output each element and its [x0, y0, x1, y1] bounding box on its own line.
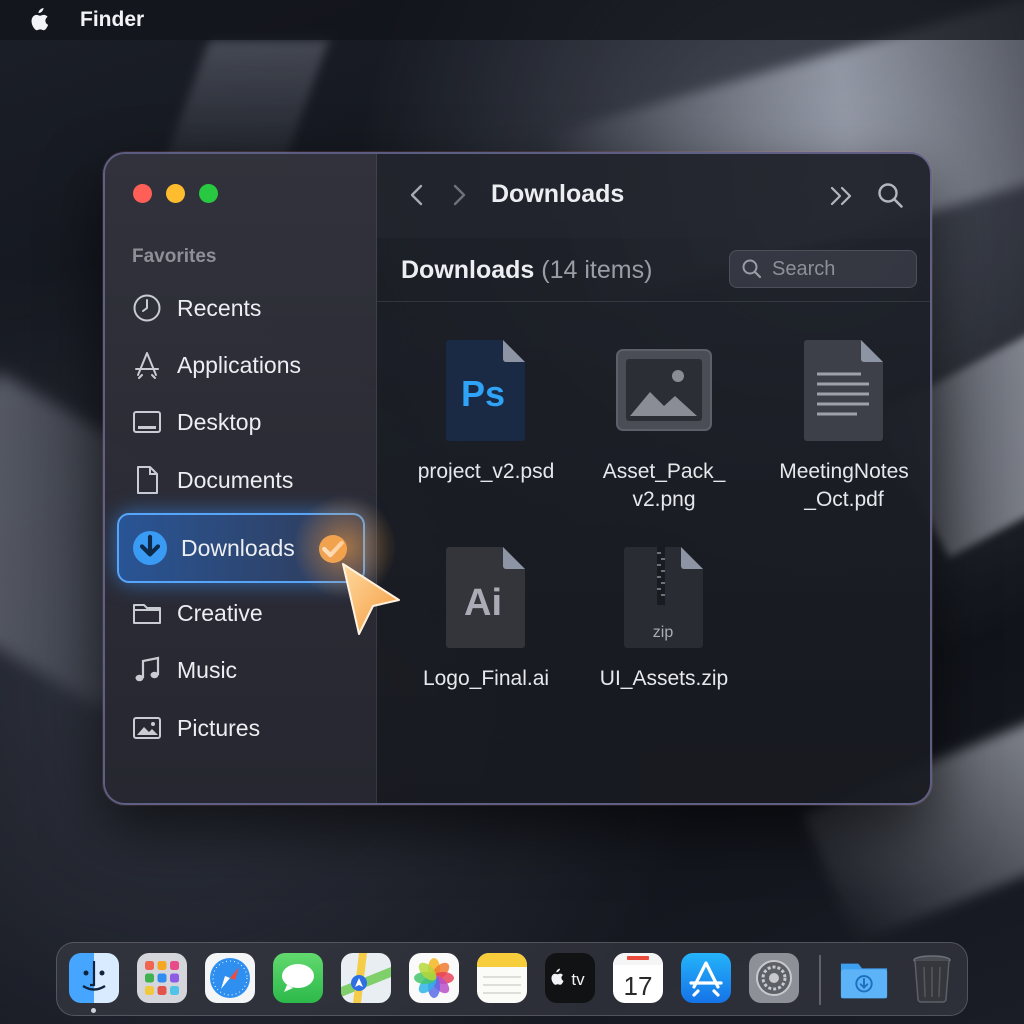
- launchpad-icon[interactable]: [137, 953, 187, 1003]
- close-button[interactable]: [133, 184, 152, 203]
- sidebar-item-label: Desktop: [177, 408, 262, 435]
- file-item-ai[interactable]: Ai Logo_Final.ai: [401, 545, 571, 693]
- dock: tv 17: [56, 942, 968, 1016]
- desktop-icon: [133, 411, 161, 433]
- sidebar: Favorites Recents Applications Desktop D…: [105, 154, 400, 803]
- photos-icon[interactable]: [409, 953, 459, 1003]
- picture-icon: [133, 717, 161, 739]
- folder-name: Downloads: [401, 256, 535, 284]
- search-icon: [742, 259, 762, 279]
- file-name: MeetingNotes _Oct.pdf: [779, 460, 909, 511]
- tv-label: tv: [571, 970, 585, 989]
- file-name: Logo_Final.ai: [422, 667, 550, 690]
- calendar-day: 17: [624, 971, 653, 1001]
- file-name: Asset_Pack_ v2.png: [602, 460, 726, 511]
- photoshop-file-icon: Ps: [446, 340, 525, 441]
- downloads-folder-icon[interactable]: [839, 953, 889, 1003]
- download-icon: [133, 531, 167, 565]
- window-title: Downloads: [491, 180, 625, 208]
- back-arrow-icon[interactable]: [403, 180, 431, 210]
- main-pane: Downloads Downloads (14 items) Ps projec…: [377, 154, 930, 803]
- app-store-icon[interactable]: [681, 953, 731, 1003]
- finder-window: Favorites Recents Applications Desktop D…: [103, 152, 932, 805]
- active-app-name[interactable]: Finder: [80, 8, 144, 32]
- finder-running-indicator: [91, 1008, 96, 1013]
- sidebar-item-label: Applications: [177, 351, 302, 378]
- calendar-icon[interactable]: 17: [613, 953, 663, 1003]
- document-icon: [137, 466, 158, 494]
- ps-glyph: Ps: [461, 373, 505, 414]
- sidebar-item-applications[interactable]: Applications: [131, 343, 301, 387]
- toolbar: Downloads: [377, 154, 930, 238]
- search-input[interactable]: [772, 257, 902, 281]
- zip-archive-icon: zip: [624, 547, 703, 648]
- messages-icon[interactable]: [273, 953, 323, 1003]
- illustrator-file-icon: Ai: [446, 547, 525, 648]
- maps-icon[interactable]: [341, 953, 391, 1003]
- sidebar-item-pictures[interactable]: Pictures: [131, 706, 260, 750]
- path-bar: Downloads (14 items): [377, 238, 930, 302]
- window-controls: [133, 184, 218, 203]
- sidebar-item-label: Creative: [177, 599, 263, 626]
- sidebar-item-label: Pictures: [177, 714, 261, 741]
- trash-icon[interactable]: [907, 953, 957, 1003]
- clock-icon: [133, 294, 161, 322]
- file-item-pdf[interactable]: MeetingNotes _Oct.pdf: [759, 338, 929, 514]
- finder-icon[interactable]: [69, 953, 119, 1003]
- sidebar-item-label: Music: [177, 656, 238, 683]
- forward-arrow-icon[interactable]: [445, 180, 473, 210]
- file-item-png[interactable]: Asset_Pack_ v2.png: [579, 338, 749, 514]
- sidebar-item-label: Recents: [177, 294, 262, 321]
- sidebar-item-music[interactable]: Music: [131, 648, 237, 692]
- file-item-zip[interactable]: zip UI_Assets.zip: [579, 545, 749, 693]
- folder-icon: [133, 604, 161, 624]
- sidebar-item-recents[interactable]: Recents: [131, 286, 261, 330]
- pdf-document-icon: [804, 340, 883, 441]
- sidebar-item-desktop[interactable]: Desktop: [131, 400, 261, 444]
- file-item-psd[interactable]: Ps project_v2.psd: [401, 338, 571, 486]
- notes-icon[interactable]: [477, 953, 527, 1003]
- apple-tv-icon[interactable]: tv: [545, 953, 595, 1003]
- image-file-icon: [616, 349, 712, 431]
- system-settings-icon[interactable]: [749, 953, 799, 1003]
- file-name: UI_Assets.zip: [599, 667, 729, 690]
- apple-logo-icon[interactable]: [26, 8, 50, 32]
- search-field[interactable]: [729, 250, 917, 288]
- sidebar-item-creative[interactable]: Creative: [131, 591, 263, 635]
- search-icon[interactable]: [875, 180, 907, 212]
- music-note-icon: [135, 656, 160, 682]
- sidebar-item-label: Documents: [177, 466, 294, 493]
- safari-icon[interactable]: [205, 953, 255, 1003]
- sidebar-item-documents[interactable]: Documents: [131, 458, 293, 502]
- item-count: (14 items): [541, 256, 653, 284]
- sidebar-item-label: Downloads: [181, 534, 295, 561]
- sidebar-section-header: Favorites: [132, 246, 217, 267]
- more-chevron-icon[interactable]: [827, 182, 857, 210]
- applications-icon: [135, 352, 159, 379]
- folder-heading: Downloads (14 items): [401, 256, 652, 285]
- ai-glyph: Ai: [464, 582, 502, 624]
- file-name: project_v2.psd: [417, 460, 555, 483]
- minimize-button[interactable]: [166, 184, 185, 203]
- menu-bar: Finder: [0, 0, 1024, 40]
- zoom-button[interactable]: [199, 184, 218, 203]
- zip-glyph: zip: [653, 624, 674, 641]
- dock-separator: [819, 955, 821, 1005]
